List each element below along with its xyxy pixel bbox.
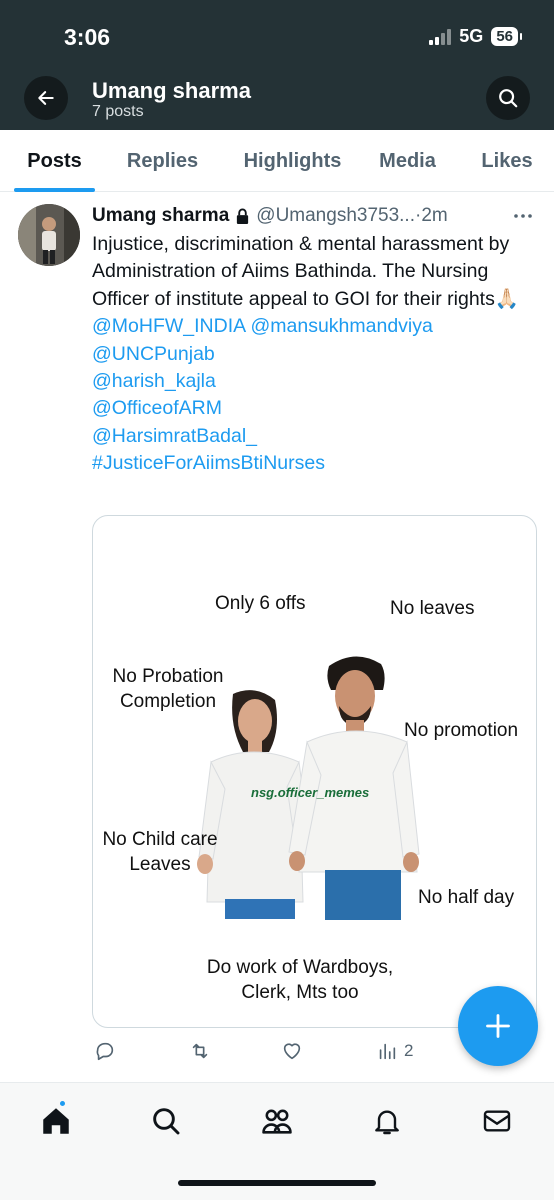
search-icon <box>153 1108 180 1135</box>
caption-no-leaves: No leaves <box>390 598 475 619</box>
nav-home[interactable] <box>36 1099 76 1141</box>
mention-link[interactable]: @harish_kajla <box>92 368 537 395</box>
caption-no-child-care: No Child care Leaves <box>95 827 225 877</box>
tweet-body: Injustice, discrimination & mental haras… <box>92 233 520 310</box>
signal-icon <box>429 28 452 45</box>
repost-icon <box>192 1043 208 1059</box>
mail-icon <box>483 1110 511 1132</box>
tweet-handle[interactable]: @Umangsh3753... <box>256 205 415 227</box>
notification-dot <box>58 1099 67 1108</box>
mention-link[interactable]: @HarsimratBadal_ <box>92 423 537 450</box>
caption-line: Leaves <box>129 854 191 875</box>
network-label: 5G <box>459 26 484 46</box>
caption-line: Completion <box>119 691 217 712</box>
caption-no-promotion: No promotion <box>404 720 519 741</box>
reply-icon <box>96 1042 114 1061</box>
caption-line: No Probation <box>112 666 224 687</box>
tweet-author[interactable]: Umang sharma <box>92 205 229 227</box>
hashtag-link[interactable]: #JusticeForAiimsBtiNurses <box>92 450 537 477</box>
caption-only-offs: Only 6 offs <box>215 593 306 614</box>
tweet-image[interactable]: Only 6 offs No leaves No Probation Compl… <box>92 515 537 1028</box>
tweet-time[interactable]: ·2m <box>415 205 448 227</box>
avatar[interactable] <box>18 204 80 266</box>
status-time: 3:06 <box>64 24 111 50</box>
tab-replies[interactable]: Replies <box>95 130 230 192</box>
tab-media[interactable]: Media <box>355 130 460 192</box>
repost-button[interactable] <box>188 1040 212 1062</box>
profile-tabs: Posts Replies Highlights Media Likes <box>0 130 554 192</box>
watermark: nsg.officer_memes <box>251 785 370 800</box>
caption-no-probation: No Probation Completion <box>107 664 229 714</box>
search-icon <box>499 89 518 108</box>
reply-button[interactable] <box>94 1040 116 1062</box>
tab-posts[interactable]: Posts <box>0 130 95 192</box>
caption-line: Clerk, Mts too <box>241 982 359 1003</box>
search-button[interactable] <box>486 76 530 120</box>
tweet-header: Umang sharma @Umangsh3753... ·2m <box>92 201 534 231</box>
caption-line: No Child care <box>102 829 218 850</box>
caption-do-work: Do work of Wardboys, Clerk, Mts too <box>189 955 411 1005</box>
communities-icon <box>262 1109 292 1134</box>
like-button[interactable] <box>281 1040 303 1062</box>
tab-highlights[interactable]: Highlights <box>230 130 355 192</box>
caption-line: Do work of Wardboys, <box>206 957 394 978</box>
profile-name: Umang sharma <box>92 78 251 103</box>
post-count: 7 posts <box>92 103 144 120</box>
home-icon <box>43 1108 69 1134</box>
mention-link[interactable]: @UNCPunjab <box>92 341 537 368</box>
tab-likes[interactable]: Likes <box>460 130 554 192</box>
nav-search[interactable] <box>146 1101 186 1141</box>
nurses-illustration <box>197 656 420 920</box>
bell-icon <box>375 1110 399 1135</box>
status-icons: 5G 56 <box>429 26 522 47</box>
battery-icon: 56 <box>491 27 522 46</box>
views-icon <box>379 1043 396 1060</box>
home-indicator <box>178 1180 376 1186</box>
nav-messages[interactable] <box>477 1101 517 1141</box>
back-button[interactable] <box>24 76 68 120</box>
heart-icon <box>283 1043 301 1060</box>
compose-button[interactable] <box>458 986 538 1066</box>
mention-link[interactable]: @OfficeofARM <box>92 395 537 422</box>
views-button[interactable]: 2 <box>376 1040 413 1062</box>
views-count: 2 <box>404 1041 414 1060</box>
mention-link[interactable]: @MoHFW_INDIA @mansukhmandviya <box>92 313 537 340</box>
lock-icon <box>235 208 250 225</box>
nav-communities[interactable] <box>257 1101 297 1141</box>
plus-icon <box>486 1014 510 1038</box>
more-icon[interactable] <box>512 207 534 231</box>
arrow-left-icon <box>38 91 54 105</box>
tweet-text: Injustice, discrimination & mental haras… <box>92 231 537 478</box>
profile-header: 3:06 5G 56 Umang sharma 7 posts <box>0 0 554 130</box>
nav-notifications[interactable] <box>367 1101 407 1141</box>
avatar-photo <box>18 204 80 266</box>
caption-no-half-day: No half day <box>418 887 515 908</box>
